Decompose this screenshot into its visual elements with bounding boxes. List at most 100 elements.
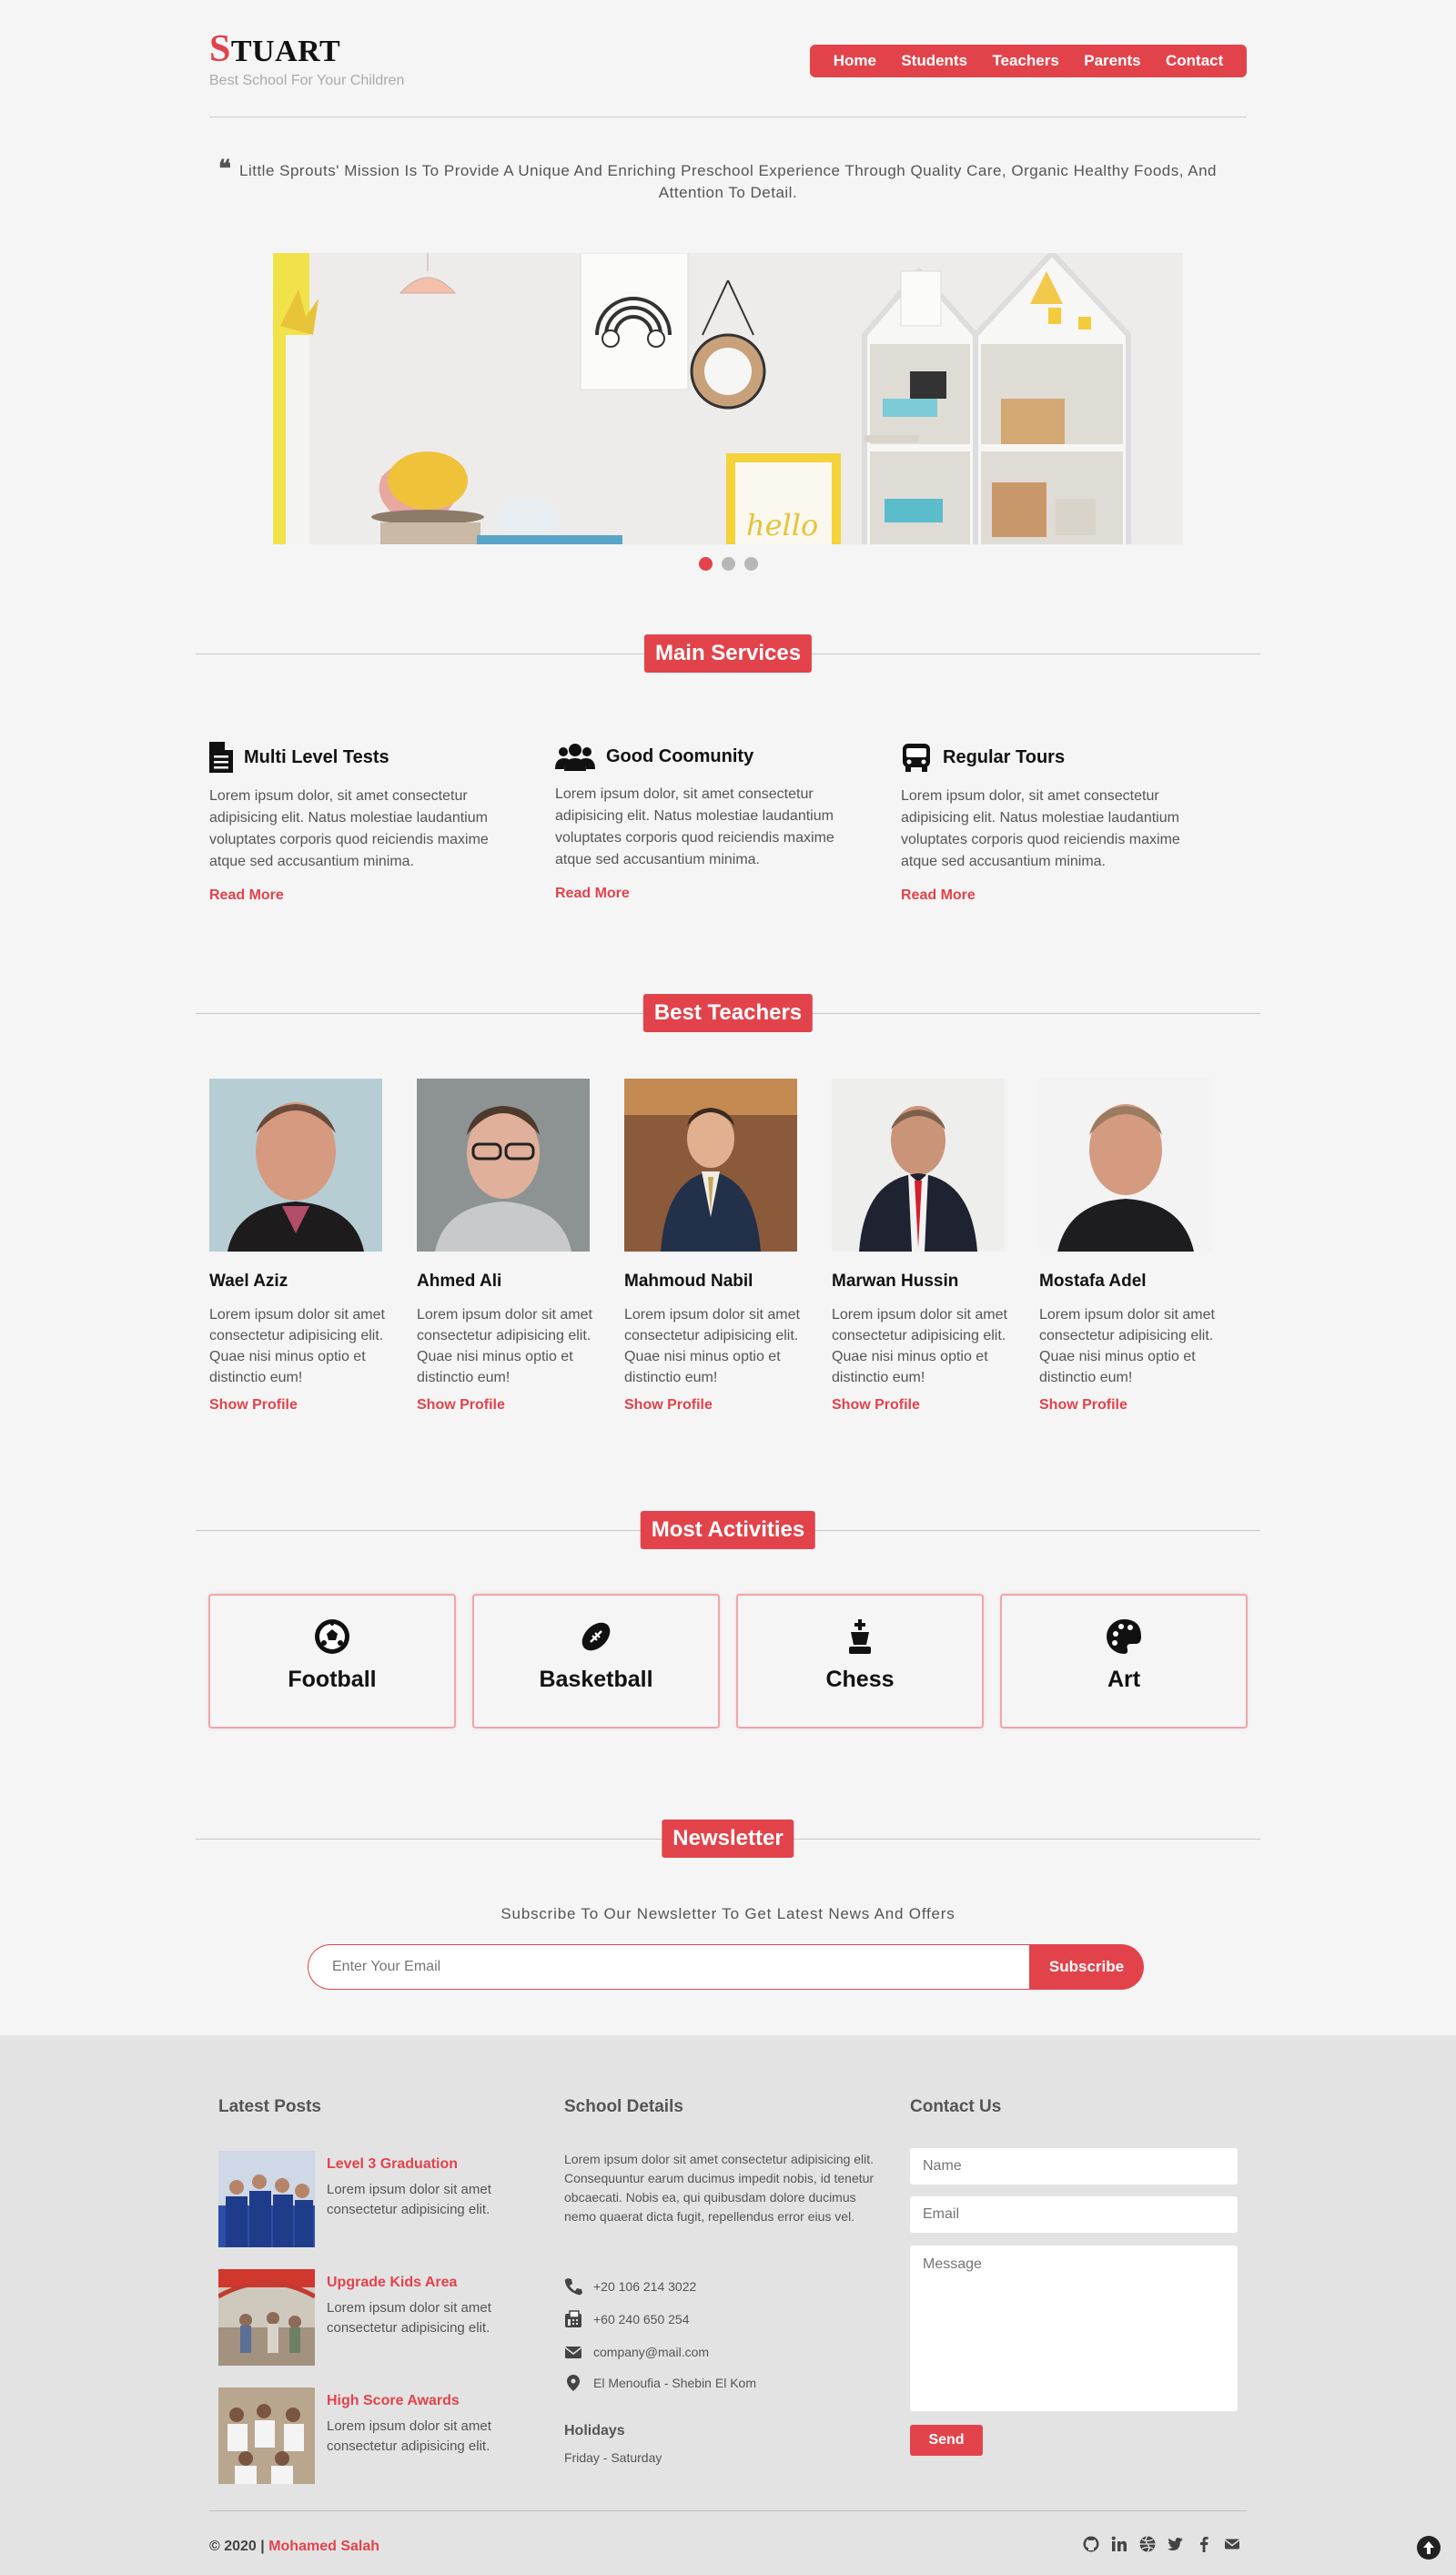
teacher-bio: Lorem ipsum dolor sit amet consectetur a… — [417, 1307, 592, 1385]
section-title-newsletter: Newsletter — [662, 1820, 794, 1858]
post-thumbnail — [218, 2269, 315, 2366]
phone-text: +20 106 214 3022 — [593, 2279, 697, 2294]
activity-card[interactable]: Chess — [736, 1594, 984, 1728]
author-name[interactable]: Mohamed Salah — [268, 2539, 379, 2554]
show-profile-link[interactable]: Show Profile — [209, 1397, 391, 1414]
post-item[interactable]: Level 3 Graduation Lorem ipsum dolor sit… — [218, 2151, 528, 2247]
post-thumbnail — [218, 2151, 315, 2247]
contact-name-input[interactable] — [910, 2148, 1238, 2185]
post-item[interactable]: Upgrade Kids Area Lorem ipsum dolor sit … — [218, 2269, 528, 2366]
service-text: Lorem ipsum dolor, sit amet consectetur … — [209, 788, 489, 869]
service-card: Regular Tours Lorem ipsum dolor, sit ame… — [901, 742, 1219, 904]
subscribe-button[interactable]: Subscribe — [1029, 1944, 1144, 1990]
teacher-card: Mostafa Adel Lorem ipsum dolor sit amet … — [1039, 1079, 1221, 1414]
svg-text:hello: hello — [746, 508, 818, 542]
nav-teachers[interactable]: Teachers — [992, 52, 1058, 70]
slider-dot[interactable] — [722, 557, 735, 571]
post-thumbnail — [218, 2387, 315, 2484]
github-icon[interactable] — [1083, 2536, 1099, 2552]
nav-contact[interactable]: Contact — [1166, 52, 1223, 70]
nav-home[interactable]: Home — [834, 52, 876, 70]
activity-label: Basketball — [539, 1667, 653, 1692]
twitter-icon[interactable] — [1168, 2536, 1184, 2552]
address-detail: El Menoufia - Shebin El Kom — [564, 2374, 756, 2392]
email-detail: company@mail.com — [564, 2343, 709, 2361]
palette-icon — [1107, 1619, 1141, 1654]
teacher-bio: Lorem ipsum dolor sit amet consectetur a… — [1039, 1307, 1215, 1385]
hero-slider-image: hello — [273, 253, 1183, 544]
basketball-icon — [581, 1622, 611, 1651]
service-card: Good Coomunity Lorem ipsum dolor, sit am… — [555, 742, 874, 902]
teacher-card: Mahmoud Nabil Lorem ipsum dolor sit amet… — [624, 1079, 806, 1414]
scroll-to-top-button[interactable] — [1417, 2536, 1441, 2560]
service-card: Multi Level Tests Lorem ipsum dolor, sit… — [209, 742, 528, 904]
read-more-link[interactable]: Read More — [209, 887, 528, 904]
slider-dot[interactable] — [699, 557, 713, 571]
post-item[interactable]: High Score Awards Lorem ipsum dolor sit … — [218, 2387, 528, 2484]
linkedin-icon[interactable] — [1111, 2536, 1127, 2552]
activity-card[interactable]: Basketball — [472, 1594, 720, 1728]
school-details-text: Lorem ipsum dolor sit amet consectetur a… — [564, 2152, 875, 2224]
activity-label: Football — [288, 1667, 377, 1692]
facebook-icon[interactable] — [1196, 2536, 1212, 2552]
contact-email-input[interactable] — [910, 2196, 1238, 2233]
bus-icon — [903, 744, 930, 772]
teacher-card: Marwan Hussin Lorem ipsum dolor sit amet… — [832, 1079, 1014, 1414]
post-title: Upgrade Kids Area — [327, 2275, 458, 2290]
fax-icon — [565, 2310, 581, 2327]
activity-card[interactable]: Art — [1000, 1594, 1248, 1728]
section-title-teachers: Best Teachers — [642, 994, 814, 1032]
show-profile-link[interactable]: Show Profile — [1039, 1397, 1221, 1414]
teacher-card: Ahmed Ali Lorem ipsum dolor sit amet con… — [417, 1079, 599, 1414]
post-text: Lorem ipsum dolor sit amet consectetur a… — [327, 2418, 491, 2454]
social-links — [1083, 2536, 1240, 2552]
section-title-activities: Most Activities — [640, 1511, 816, 1549]
newsletter-form: Subscribe — [308, 1944, 1144, 1990]
school-details-title: School Details — [564, 2097, 683, 2116]
contact-message-input[interactable] — [910, 2246, 1238, 2411]
site-logo[interactable]: STUART — [209, 27, 340, 71]
teacher-bio: Lorem ipsum dolor sit amet consectetur a… — [832, 1307, 1007, 1385]
nav-parents[interactable]: Parents — [1084, 52, 1140, 70]
activity-card[interactable]: Football — [208, 1594, 456, 1728]
site-tagline: Best School For Your Children — [209, 73, 405, 88]
post-title: Level 3 Graduation — [327, 2156, 459, 2172]
post-text: Lorem ipsum dolor sit amet consectetur a… — [327, 2182, 491, 2217]
newsletter-email-input[interactable] — [308, 1944, 1029, 1990]
slider-dot[interactable] — [744, 557, 758, 571]
show-profile-link[interactable]: Show Profile — [832, 1397, 1014, 1414]
mission-quote: ❝ Little Sprouts' Mission Is To Provide … — [218, 157, 1238, 204]
slider-dots — [699, 557, 758, 571]
phone-detail: +20 106 214 3022 — [564, 2277, 696, 2296]
read-more-link[interactable]: Read More — [901, 887, 1219, 904]
main-nav: Home Students Teachers Parents Contact — [810, 45, 1247, 77]
teacher-photo — [1039, 1079, 1212, 1252]
nav-students[interactable]: Students — [901, 52, 967, 70]
service-title: Good Coomunity — [606, 745, 754, 766]
map-pin-icon — [567, 2375, 580, 2391]
globe-icon[interactable] — [1139, 2536, 1156, 2552]
teacher-photo — [832, 1079, 1005, 1252]
holidays-title: Holidays — [564, 2423, 625, 2438]
read-more-link[interactable]: Read More — [555, 886, 874, 902]
activity-label: Chess — [825, 1667, 895, 1692]
teacher-card: Wael Aziz Lorem ipsum dolor sit amet con… — [209, 1079, 391, 1414]
show-profile-link[interactable]: Show Profile — [624, 1397, 806, 1414]
teacher-name: Mostafa Adel — [1039, 1272, 1147, 1291]
post-text: Lorem ipsum dolor sit amet consectetur a… — [327, 2300, 491, 2336]
send-button[interactable]: Send — [910, 2425, 983, 2456]
service-text: Lorem ipsum dolor, sit amet consectetur … — [555, 786, 834, 867]
service-title: Multi Level Tests — [244, 746, 389, 767]
envelope-icon[interactable] — [1224, 2536, 1240, 2552]
users-icon — [555, 744, 595, 771]
teacher-bio: Lorem ipsum dolor sit amet consectetur a… — [209, 1307, 385, 1385]
show-profile-link[interactable]: Show Profile — [417, 1397, 599, 1414]
teacher-name: Ahmed Ali — [417, 1272, 502, 1291]
teacher-name: Wael Aziz — [209, 1272, 288, 1291]
post-title: High Score Awards — [327, 2393, 460, 2408]
football-icon — [315, 1619, 349, 1654]
chess-icon — [849, 1619, 871, 1654]
teacher-photo — [417, 1079, 590, 1252]
envelope-icon — [564, 2347, 582, 2358]
activity-label: Art — [1107, 1667, 1141, 1692]
